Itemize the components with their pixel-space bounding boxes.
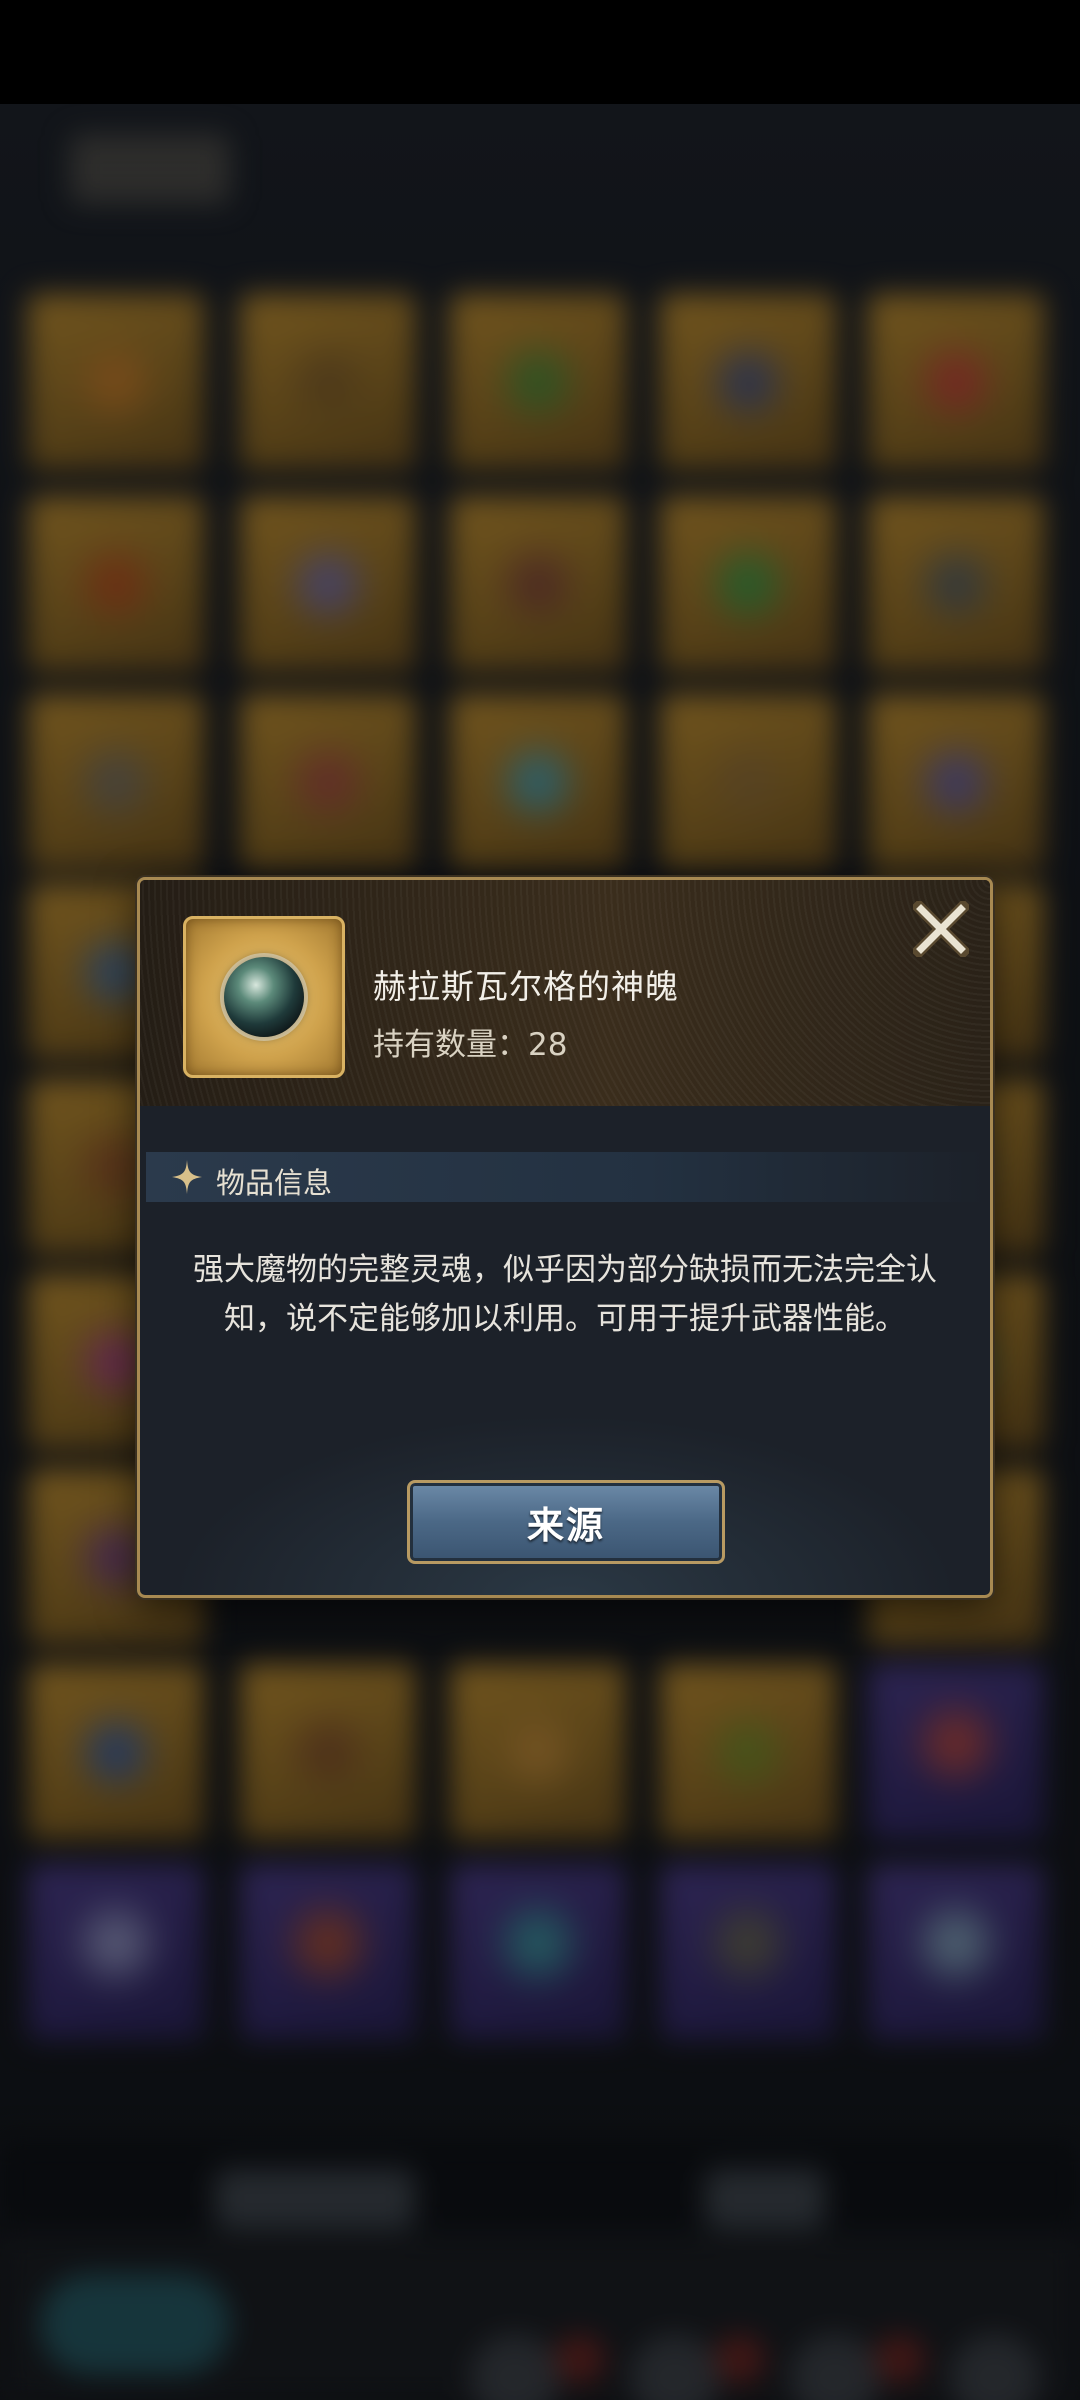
item-icon-frame — [183, 916, 345, 1078]
section-title: 物品信息 — [216, 1166, 333, 1200]
screen: 赫拉斯瓦尔格的神魄 持有数量：28 物品信息 强大魔物的完整灵魂，似乎因为部分缺… — [0, 0, 1080, 2400]
source-button[interactable]: 来源 — [407, 1480, 725, 1564]
close-button[interactable] — [910, 898, 972, 960]
item-description: 强大魔物的完整灵魂，似乎因为部分缺损而无法完全认知，说不定能够加以利用。可用于提… — [193, 1252, 937, 1337]
close-icon — [913, 901, 969, 957]
item-count: 持有数量：28 — [373, 1027, 568, 1063]
item-name: 赫拉斯瓦尔格的神魄 — [373, 967, 679, 1006]
section-header: 物品信息 — [146, 1152, 984, 1202]
item-info-dialog: 赫拉斯瓦尔格的神魄 持有数量：28 物品信息 强大魔物的完整灵魂，似乎因为部分缺… — [137, 877, 993, 1598]
source-button-label: 来源 — [527, 1503, 605, 1547]
dialog-header: 赫拉斯瓦尔格的神魄 持有数量：28 — [140, 880, 990, 1106]
soul-orb-icon — [224, 957, 304, 1037]
sparkle-icon — [172, 1160, 202, 1194]
